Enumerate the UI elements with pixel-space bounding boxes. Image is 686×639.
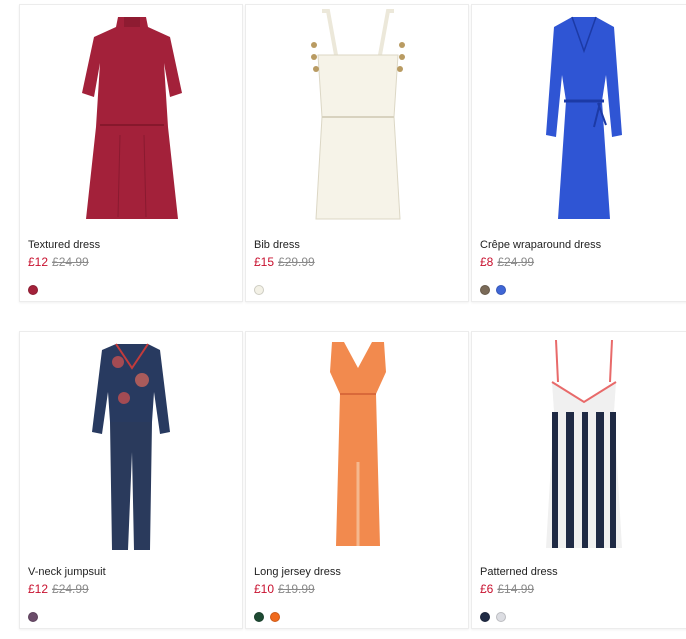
price-block: £10 £19.99	[254, 582, 315, 596]
product-card-long-jersey-dress[interactable]: Long jersey dress £10 £19.99	[245, 331, 469, 629]
product-name[interactable]: Bib dress	[254, 239, 300, 251]
color-swatches	[254, 612, 280, 622]
color-swatch[interactable]	[254, 612, 264, 622]
sale-price: £10	[254, 582, 275, 596]
original-price: £24.99	[52, 582, 89, 596]
product-image-bib-dress[interactable]	[246, 5, 470, 233]
product-name[interactable]: Patterned dress	[480, 566, 558, 578]
price-block: £6 £14.99	[480, 582, 534, 596]
sale-price: £12	[28, 255, 49, 269]
color-swatch[interactable]	[480, 285, 490, 295]
product-grid: Textured dress £12 £24.99 Bib dress £15 £2…	[0, 0, 686, 639]
original-price: £24.99	[497, 255, 535, 269]
color-swatches	[480, 612, 506, 622]
price-block: £12 £24.99	[28, 582, 89, 596]
product-image-crepe-wraparound-dress[interactable]	[472, 5, 686, 233]
product-name[interactable]: Crêpe wraparound dress	[480, 239, 601, 251]
product-name[interactable]: Long jersey dress	[254, 566, 341, 578]
original-price: £14.99	[497, 582, 535, 596]
color-swatches	[28, 612, 38, 622]
color-swatch[interactable]	[28, 612, 38, 622]
color-swatch[interactable]	[496, 612, 506, 622]
original-price: £29.99	[278, 255, 315, 269]
color-swatch[interactable]	[270, 612, 280, 622]
product-card-patterned-dress[interactable]: Patterned dress £6 £14.99	[471, 331, 686, 629]
price-block: £8 £24.99	[480, 255, 534, 269]
original-price: £24.99	[52, 255, 89, 269]
product-card-bib-dress[interactable]: Bib dress £15 £29.99	[245, 4, 469, 302]
color-swatches	[28, 285, 38, 295]
product-name[interactable]: V-neck jumpsuit	[28, 566, 106, 578]
price-block: £12 £24.99	[28, 255, 89, 269]
product-card-crepe-wraparound-dress[interactable]: Crêpe wraparound dress £8 £24.99	[471, 4, 686, 302]
product-image-textured-dress[interactable]	[20, 5, 244, 233]
color-swatch[interactable]	[496, 285, 506, 295]
product-image-patterned-dress[interactable]	[472, 332, 686, 560]
product-name[interactable]: Textured dress	[28, 239, 100, 251]
product-card-textured-dress[interactable]: Textured dress £12 £24.99	[19, 4, 243, 302]
color-swatches	[254, 285, 264, 295]
color-swatch[interactable]	[28, 285, 38, 295]
color-swatch[interactable]	[480, 612, 490, 622]
sale-price: £6	[480, 582, 494, 596]
color-swatch[interactable]	[254, 285, 264, 295]
product-image-long-jersey-dress[interactable]	[246, 332, 470, 560]
color-swatches	[480, 285, 506, 295]
price-block: £15 £29.99	[254, 255, 315, 269]
product-card-v-neck-jumpsuit[interactable]: V-neck jumpsuit £12 £24.99	[19, 331, 243, 629]
original-price: £19.99	[278, 582, 315, 596]
product-image-v-neck-jumpsuit[interactable]	[20, 332, 244, 560]
sale-price: £8	[480, 255, 494, 269]
sale-price: £12	[28, 582, 49, 596]
sale-price: £15	[254, 255, 275, 269]
